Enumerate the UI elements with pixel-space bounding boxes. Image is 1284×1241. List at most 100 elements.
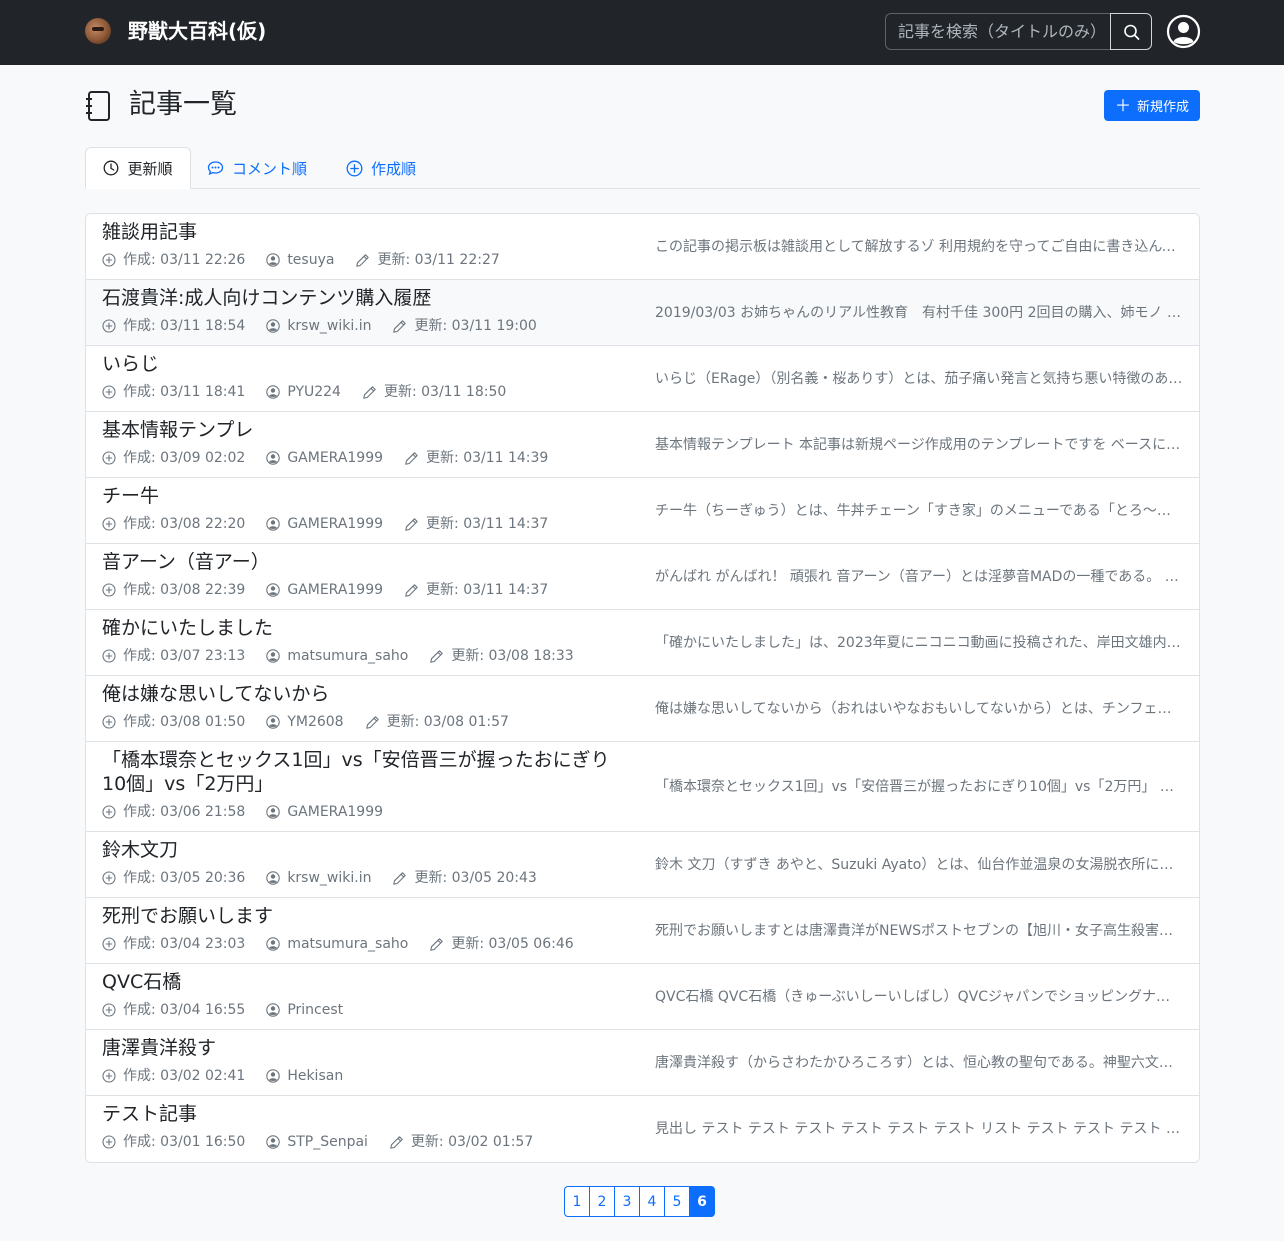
article-title[interactable]: 俺は嫌な思いしてないから <box>102 682 632 706</box>
article-meta: 作成: 03/11 18:41 PYU224 更新: 03/11 18:50 <box>102 383 527 401</box>
author[interactable]: tesuya <box>266 251 334 269</box>
author[interactable]: PYU224 <box>266 383 341 401</box>
page-button-1[interactable]: 1 <box>564 1186 590 1217</box>
chat-dots-icon <box>207 161 224 176</box>
brand-logo[interactable] <box>85 18 111 44</box>
new-article-label: 新規作成 <box>1137 100 1190 115</box>
article-title[interactable]: 基本情報テンプレ <box>102 418 632 442</box>
pencil-icon <box>390 1135 403 1149</box>
created-date-text: 作成: 03/08 01:50 <box>123 714 246 730</box>
search-button[interactable] <box>1110 13 1152 50</box>
article-row[interactable]: 音アーン（音アー） 作成: 03/08 22:39 GAMERA1999 更新: 03… <box>86 544 1199 610</box>
tab-comments[interactable]: コメント順 <box>207 147 307 189</box>
article-meta: 作成: 03/08 22:39 GAMERA1999 更新: 03/11 14:37 <box>102 581 569 599</box>
article-meta: 作成: 03/11 18:54 krsw_wiki.in 更新: 03/11 19:… <box>102 317 558 335</box>
pagination: 123456 <box>564 1186 715 1217</box>
brand-name[interactable]: 野獣大百科(仮) <box>128 17 266 45</box>
article-title[interactable]: 音アーン（音アー） <box>102 550 632 574</box>
article-title[interactable]: 死刑でお願いします <box>102 904 632 928</box>
created-date: 作成: 03/09 02:02 <box>102 449 245 467</box>
article-row[interactable]: 石渡貴洋:成人向けコンテンツ購入履歴作成: 03/11 18:54 krsw_wi… <box>86 280 1199 346</box>
updated-date-text: 更新: 03/11 14:37 <box>426 516 549 532</box>
page-button-4[interactable]: 4 <box>639 1186 665 1217</box>
author[interactable]: STP_Senpai <box>266 1133 368 1151</box>
author-name: GAMERA1999 <box>287 516 384 532</box>
author[interactable]: YM2608 <box>266 713 344 731</box>
author-name: GAMERA1999 <box>287 582 384 598</box>
article-row[interactable]: 死刑でお願いします 作成: 03/04 23:03 matsumura_saho 更新… <box>86 898 1199 964</box>
author[interactable]: GAMERA1999 <box>266 803 383 821</box>
article-row[interactable]: 俺は嫌な思いしてないから 作成: 03/08 01:50 YM2608 更新: 03/… <box>86 676 1199 742</box>
created-date-text: 作成: 03/07 23:13 <box>123 648 246 664</box>
article-row[interactable]: 「橋本環奈とセックス1回」vs「安倍晋三が握ったおにぎり10個」vs「2万円」作… <box>86 742 1199 832</box>
author[interactable]: GAMERA1999 <box>266 581 383 599</box>
author[interactable]: matsumura_saho <box>266 647 408 665</box>
article-title[interactable]: 雑談用記事 <box>102 220 632 244</box>
article-title[interactable]: テスト記事 <box>102 1102 632 1126</box>
article-title[interactable]: 石渡貴洋:成人向けコンテンツ購入履歴 <box>102 286 632 310</box>
person-circle-icon <box>266 649 281 663</box>
article-meta: 作成: 03/04 16:55 Princest <box>102 1001 364 1019</box>
author[interactable]: GAMERA1999 <box>266 449 383 467</box>
article-excerpt: QVC石橋 QVC石橋（きゅーぶいしーいしばし）QVCジャパンでショッピングナビ… <box>655 989 1183 1005</box>
search-input[interactable] <box>885 13 1111 50</box>
article-excerpt: この記事の掲示板は雑談用として解放するゾ 利用規約を守ってご自由に書き込んでいい… <box>655 239 1183 255</box>
user-account-icon[interactable] <box>1166 14 1201 49</box>
article-title[interactable]: 「橋本環奈とセックス1回」vs「安倍晋三が握ったおにぎり10個」vs「2万円」 <box>102 748 632 796</box>
plus-circle-icon <box>102 1003 116 1017</box>
updated-date: 更新: 03/02 01:57 <box>389 1133 533 1151</box>
page-button-2[interactable]: 2 <box>589 1186 615 1217</box>
author-name: Princest <box>287 1002 344 1018</box>
updated-date-text: 更新: 03/05 06:46 <box>451 936 574 952</box>
plus-circle-icon <box>102 937 116 951</box>
updated-date-text: 更新: 03/11 14:37 <box>426 582 549 598</box>
plus-circle-icon <box>102 805 116 819</box>
plus-circle-icon <box>102 319 116 333</box>
author[interactable]: GAMERA1999 <box>266 515 383 533</box>
article-title[interactable]: QVC石橋 <box>102 970 632 994</box>
article-row[interactable]: 雑談用記事 作成: 03/11 22:26 tesuya 更新: 03/11 22:2… <box>86 214 1199 280</box>
page-button-3[interactable]: 3 <box>614 1186 640 1217</box>
created-date: 作成: 03/08 22:39 <box>102 581 245 599</box>
updated-date-text: 更新: 03/08 18:33 <box>451 648 574 664</box>
article-excerpt: 死刑でお願いしますとは唐澤貴洋がNEWSポストセブンの【旭川・女子高生殺害事件】… <box>655 923 1183 939</box>
article-title[interactable]: 唐澤貴洋殺す <box>102 1036 632 1060</box>
person-circle-icon <box>266 871 281 885</box>
updated-date: 更新: 03/11 18:50 <box>362 383 506 401</box>
author[interactable]: matsumura_saho <box>266 935 408 953</box>
article-row[interactable]: チー牛作成: 03/08 22:20 GAMERA1999 更新: 03/11 14… <box>86 478 1199 544</box>
new-article-button[interactable]: ＋ 新規作成 <box>1104 90 1200 121</box>
article-row[interactable]: 唐澤貴洋殺す 作成: 03/02 02:41 Hekisan 唐澤貴洋殺す（からさわた… <box>86 1030 1199 1096</box>
person-circle-icon <box>266 805 281 819</box>
author[interactable]: krsw_wiki.in <box>266 869 371 887</box>
plus-circle-icon <box>102 451 116 465</box>
plus-circle-icon <box>102 649 116 663</box>
author[interactable]: Hekisan <box>266 1067 343 1085</box>
created-date: 作成: 03/08 22:20 <box>102 515 245 533</box>
article-excerpt: 2019/03/03 お姉ちゃんのリアル性教育 有村千佳 300円 2回目の購入… <box>655 305 1183 321</box>
article-row[interactable]: 鈴木文刀 作成: 03/05 20:36 krsw_wiki.in 更新: 03/05… <box>86 832 1199 898</box>
article-row[interactable]: 基本情報テンプレ 作成: 03/09 02:02 GAMERA1999 更新: 03/… <box>86 412 1199 478</box>
author[interactable]: Princest <box>266 1001 343 1019</box>
article-excerpt: 見出し テスト テスト テスト テスト テスト テスト リスト テスト テスト … <box>655 1121 1183 1137</box>
person-circle-icon <box>266 517 281 531</box>
article-row[interactable]: 確かにいたしました作成: 03/07 23:13 matsumura_saho 更新… <box>86 610 1199 676</box>
page-button-6[interactable]: 6 <box>689 1186 715 1217</box>
article-title[interactable]: 確かにいたしました <box>102 616 632 640</box>
tab-updated[interactable]: 更新順 <box>85 147 191 189</box>
article-title[interactable]: チー牛 <box>102 484 632 508</box>
updated-date: 更新: 03/11 22:27 <box>355 251 500 269</box>
article-row[interactable]: テスト記事 作成: 03/01 16:50 STP_Senpai 更新: 03/02 … <box>86 1096 1199 1162</box>
page-button-5[interactable]: 5 <box>664 1186 690 1217</box>
author[interactable]: krsw_wiki.in <box>266 317 371 335</box>
article-title[interactable]: 鈴木文刀 <box>102 838 632 862</box>
plus-circle-icon <box>346 160 363 176</box>
tab-created[interactable]: 作成順 <box>346 147 416 189</box>
article-row[interactable]: いらじ 作成: 03/11 18:41 PYU224 更新: 03/11 18:50 い… <box>86 346 1199 412</box>
person-circle-icon <box>266 1135 281 1149</box>
updated-date: 更新: 03/05 20:43 <box>392 869 537 887</box>
article-row[interactable]: QVC石橋作成: 03/04 16:55 Princest QVC石橋 QVC石橋（… <box>86 964 1199 1030</box>
article-title[interactable]: いらじ <box>102 352 632 376</box>
created-date-text: 作成: 03/06 21:58 <box>123 804 246 820</box>
article-excerpt: 基本情報テンプレート 本記事は新規ページ作成用のテンプレートですを ベースにして… <box>655 437 1183 453</box>
